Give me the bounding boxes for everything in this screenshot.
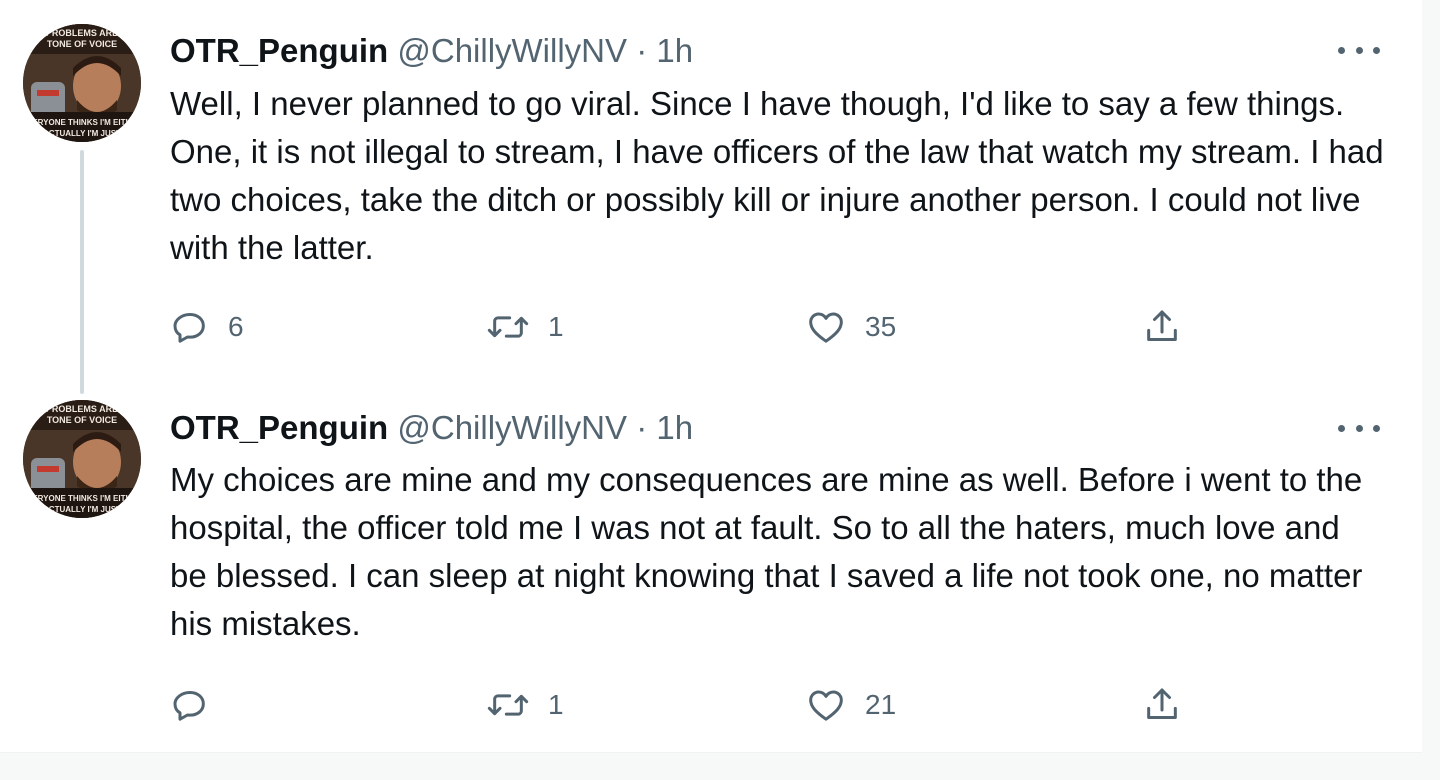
reply-icon <box>170 307 210 347</box>
retweet-button[interactable]: 1 <box>486 305 564 349</box>
heart-icon <box>805 307 847 347</box>
tweet-actions: 1 21 <box>0 683 1422 727</box>
svg-text:TONE OF VOICE: TONE OF VOICE <box>47 39 117 49</box>
tweet-actions: 6 1 35 <box>0 305 1422 349</box>
retweet-icon <box>486 307 530 347</box>
user-handle[interactable]: @ChillyWillyNV <box>397 409 627 446</box>
reply-icon <box>170 685 210 725</box>
like-button[interactable]: 35 <box>805 305 896 349</box>
separator-dot: · <box>636 409 648 446</box>
reply-button[interactable] <box>170 683 228 727</box>
svg-text:PROBLEMS ARE: PROBLEMS ARE <box>46 28 118 38</box>
svg-text:EVERYONE THINKS I'M EITHER: EVERYONE THINKS I'M EITHER <box>23 118 141 127</box>
tweet-header: OTR_Penguin @ChillyWillyNV · 1h <box>170 409 693 447</box>
tweet-2[interactable]: PROBLEMS ARE TONE OF VOICE EVERYONE THIN… <box>0 378 1422 752</box>
tweet-header: OTR_Penguin @ChillyWillyNV · 1h <box>170 32 693 70</box>
avatar[interactable]: PROBLEMS ARE TONE OF VOICE EVERYONE THIN… <box>23 24 141 142</box>
svg-text:ACTUALLY I'M JUST: ACTUALLY I'M JUST <box>43 129 121 138</box>
user-handle[interactable]: @ChillyWillyNV <box>397 32 627 69</box>
like-button[interactable]: 21 <box>805 683 896 727</box>
more-options-icon[interactable] <box>1338 416 1380 440</box>
heart-icon <box>805 685 847 725</box>
avatar[interactable]: PROBLEMS ARE TONE OF VOICE EVERYONE THIN… <box>23 400 141 518</box>
svg-text:ACTUALLY I'M JUST: ACTUALLY I'M JUST <box>43 505 121 514</box>
more-options-icon[interactable] <box>1338 38 1380 62</box>
tweet-1[interactable]: PROBLEMS ARE TONE OF VOICE EVERYONE THIN… <box>0 0 1422 394</box>
retweet-count: 1 <box>548 311 564 342</box>
display-name[interactable]: OTR_Penguin <box>170 32 388 69</box>
svg-text:PROBLEMS ARE: PROBLEMS ARE <box>46 404 118 414</box>
timeline-panel: PROBLEMS ARE TONE OF VOICE EVERYONE THIN… <box>0 0 1422 753</box>
separator-dot: · <box>636 32 648 69</box>
like-count: 21 <box>865 689 897 720</box>
share-icon <box>1142 307 1182 347</box>
svg-text:EVERYONE THINKS I'M EITHER: EVERYONE THINKS I'M EITHER <box>23 494 141 503</box>
share-icon <box>1142 685 1182 725</box>
tweet-text: Well, I never planned to go viral. Since… <box>170 85 1384 266</box>
timestamp[interactable]: 1h <box>656 409 693 446</box>
reply-button[interactable]: 6 <box>170 305 244 349</box>
retweet-button[interactable]: 1 <box>486 683 564 727</box>
share-button[interactable] <box>1142 683 1182 727</box>
thread-line <box>80 150 84 394</box>
share-button[interactable] <box>1142 305 1182 349</box>
retweet-count: 1 <box>548 689 564 720</box>
svg-text:TONE OF VOICE: TONE OF VOICE <box>47 415 117 425</box>
like-count: 35 <box>865 311 897 342</box>
display-name[interactable]: OTR_Penguin <box>170 409 388 446</box>
retweet-icon <box>486 685 530 725</box>
reply-count: 6 <box>228 311 244 342</box>
timestamp[interactable]: 1h <box>656 32 693 69</box>
tweet-text: My choices are mine and my consequences … <box>170 461 1363 642</box>
